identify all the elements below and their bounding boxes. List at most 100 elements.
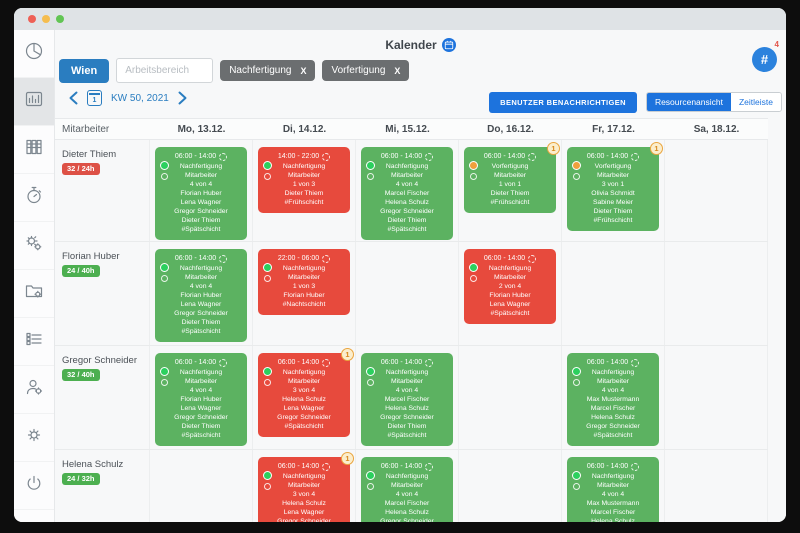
shift-card[interactable]: 06:00 - 14:00NachfertigungMitarbeiter4 v… [567,457,659,522]
employee-name: Florian Huber [62,249,120,264]
employee-cell: Helena Schulz24 / 32h [55,450,150,522]
shift-card[interactable]: 06:00 - 14:00NachfertigungMitarbeiter4 v… [155,249,247,342]
sidebar-item-list[interactable] [14,318,54,366]
folder-gear-icon [24,281,44,306]
employee-row: Helena Schulz24 / 32h 06:00 - 14:001Nachf… [55,450,768,522]
shift-card[interactable]: 06:00 - 14:00NachfertigungMitarbeiter4 v… [155,353,247,446]
shift-tag: #Frühschicht [262,198,346,207]
day-cell[interactable] [459,346,562,449]
day-cell[interactable]: 06:00 - 14:00NachfertigungMitarbeiter2 v… [459,242,562,345]
shift-card[interactable]: 14:00 - 22:00NachfertigungMitarbeiter1 v… [258,147,350,213]
sidebar-item-gear[interactable] [14,414,54,462]
shift-tag: #Frühschicht [571,216,655,225]
day-cell[interactable] [562,242,665,345]
shift-card[interactable]: 06:00 - 14:00NachfertigungMitarbeiter2 v… [464,249,556,324]
shift-time: 06:00 - 14:00 [571,462,655,471]
filter-chip-vorfertigung[interactable]: Vorfertigung X [322,60,409,81]
day-cell[interactable]: 22:00 - 06:00NachfertigungMitarbeiter1 v… [253,242,356,345]
hash-icon: # [752,47,777,72]
shift-employee: Dieter Thiem [365,216,449,225]
employee-cell: Gregor Schneider32 / 40h [55,346,150,449]
chip-label: Vorfertigung [331,65,385,76]
shift-employee: Helena Schulz [262,395,346,404]
day-cell[interactable]: 06:00 - 14:001VorfertigungMitarbeiter3 v… [562,140,665,241]
day-header: Sa, 18.12. [665,124,768,135]
shift-time: 06:00 - 14:00 [159,254,243,263]
status-dot-green [572,367,581,376]
sidebar-item-folder-gear[interactable] [14,270,54,318]
maximize-window-button[interactable] [56,15,64,23]
pie-chart-icon [24,41,44,66]
location-button[interactable]: Wien [59,59,109,83]
shift-employee: Lena Wagner [159,198,243,207]
day-cell[interactable] [665,140,768,241]
planning-board-icon [24,137,44,162]
employee-cell: Florian Huber24 / 40h [55,242,150,345]
shift-activity: Nachfertigung [365,162,449,171]
day-header: Mo, 13.12. [150,124,253,135]
calendar-week-icon[interactable]: 1 [87,90,102,106]
day-cell[interactable]: 06:00 - 14:00NachfertigungMitarbeiter4 v… [356,140,459,241]
day-cell[interactable]: 06:00 - 14:00NachfertigungMitarbeiter4 v… [150,346,253,449]
day-cell[interactable] [459,450,562,522]
sidebar-item-power[interactable] [14,462,54,510]
next-week-button[interactable] [178,91,187,105]
remove-chip-icon[interactable]: X [394,66,400,76]
shift-activity: Nachfertigung [571,368,655,377]
shift-card[interactable]: 06:00 - 14:00NachfertigungMitarbeiter4 v… [567,353,659,446]
shift-employee: Max Mustermann [571,499,655,508]
day-cell[interactable]: 06:00 - 14:001NachfertigungMitarbeiter3 … [253,450,356,522]
day-cell[interactable] [665,346,768,449]
window-titlebar [14,8,786,30]
employee-row: Dieter Thiem32 / 24h06:00 - 14:00Nachfer… [55,140,768,242]
sidebar-item-pie-chart[interactable] [14,30,54,78]
status-dot-empty [161,379,168,386]
shift-card[interactable]: 22:00 - 06:00NachfertigungMitarbeiter1 v… [258,249,350,315]
sidebar-item-planning-board[interactable] [14,126,54,174]
sidebar-item-stopwatch[interactable] [14,174,54,222]
day-cell[interactable]: 06:00 - 14:001NachfertigungMitarbeiter3 … [253,346,356,449]
remove-chip-icon[interactable]: X [300,66,306,76]
day-cell[interactable]: 06:00 - 14:001VorfertigungMitarbeiter1 v… [459,140,562,241]
shift-card[interactable]: 06:00 - 14:001NachfertigungMitarbeiter3 … [258,457,350,522]
shift-card[interactable]: 06:00 - 14:001VorfertigungMitarbeiter1 v… [464,147,556,213]
shift-card[interactable]: 06:00 - 14:00NachfertigungMitarbeiter4 v… [361,147,453,240]
notify-users-button[interactable]: BENUTZER BENACHRICHTIGEN [489,92,637,113]
filter-chip-nachfertigung[interactable]: Nachfertigung X [220,60,315,81]
sidebar-item-user-gear[interactable] [14,366,54,414]
alert-badge: 1 [650,142,663,155]
minimize-window-button[interactable] [42,15,50,23]
day-cell[interactable]: 06:00 - 14:00NachfertigungMitarbeiter4 v… [562,346,665,449]
day-cell[interactable] [150,450,253,522]
day-cell[interactable] [356,242,459,345]
day-cell[interactable]: 06:00 - 14:00NachfertigungMitarbeiter4 v… [150,140,253,241]
status-dot-green [366,471,375,480]
shift-card[interactable]: 06:00 - 14:00NachfertigungMitarbeiter4 v… [361,353,453,446]
day-cell[interactable]: 06:00 - 14:00NachfertigungMitarbeiter4 v… [150,242,253,345]
toggle-timeline-view[interactable]: Zeitleiste [731,93,781,111]
day-cell[interactable]: 06:00 - 14:00NachfertigungMitarbeiter4 v… [356,346,459,449]
shift-ratio: 4 von 4 [159,180,243,189]
close-window-button[interactable] [28,15,36,23]
toggle-resource-view[interactable]: Resourcenansicht [647,93,731,111]
prev-week-button[interactable] [69,91,78,105]
shift-employee: Gregor Schneider [159,309,243,318]
shift-employee: Sabine Meier [571,198,655,207]
day-cell[interactable] [665,450,768,522]
sidebar-item-gears[interactable] [14,222,54,270]
shift-ratio: 4 von 4 [365,180,449,189]
shift-employee: Dieter Thiem [159,216,243,225]
gears-icon [24,233,44,258]
shift-card[interactable]: 06:00 - 14:001VorfertigungMitarbeiter3 v… [567,147,659,231]
shift-card[interactable]: 06:00 - 14:00NachfertigungMitarbeiter4 v… [155,147,247,240]
day-cell[interactable]: 14:00 - 22:00NachfertigungMitarbeiter1 v… [253,140,356,241]
day-cell[interactable]: 06:00 - 14:00NachfertigungMitarbeiter4 v… [356,450,459,522]
sidebar-item-bar-chart[interactable] [14,78,54,126]
shift-card[interactable]: 06:00 - 14:001NachfertigungMitarbeiter3 … [258,353,350,437]
shift-card[interactable]: 06:00 - 14:00NachfertigungMitarbeiter4 v… [361,457,453,522]
channel-button[interactable]: 4 # [752,47,777,72]
day-cell[interactable] [665,242,768,345]
day-cell[interactable]: 06:00 - 14:00NachfertigungMitarbeiter4 v… [562,450,665,522]
repeat-icon [219,255,227,263]
workspace-input[interactable] [116,58,213,83]
